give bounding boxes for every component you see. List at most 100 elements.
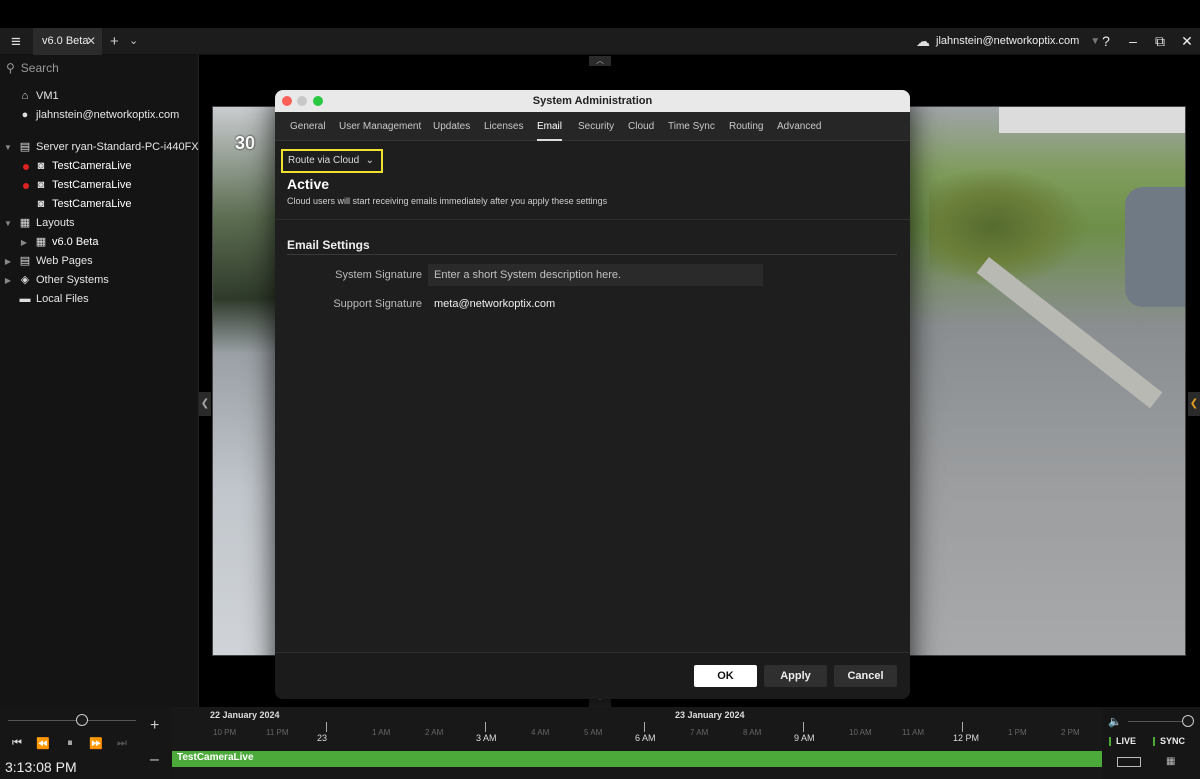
tree-item-camera[interactable]: ◙ TestCameraLive — [0, 195, 199, 214]
recording-dot-icon — [23, 164, 29, 170]
account-menu[interactable]: ☁ jlahnstein@networkoptix.com ▼ — [916, 28, 1100, 55]
tree-item-label: Server ryan-Standard-PC-i440FX-... — [36, 141, 199, 153]
status-description: Cloud users will start receiving emails … — [287, 196, 608, 206]
zoom-in-button[interactable]: + — [150, 717, 159, 735]
expand-arrow-icon[interactable]: ▶ — [3, 252, 13, 271]
dialog-tabs: General User Management Updates Licenses… — [275, 112, 910, 141]
tree-item-layout[interactable]: ▶ ▦ v6.0 Beta — [0, 233, 199, 252]
tree-item-other-systems[interactable]: ▶ ◈ Other Systems — [0, 271, 199, 290]
tab-routing[interactable]: Routing — [729, 112, 763, 141]
zoom-out-button[interactable]: – — [150, 751, 159, 769]
expand-arrow-icon[interactable]: ▶ — [19, 233, 29, 252]
playback-controls: + – ⏮ ⏪ ⏸ ⏩ ⏭ 3:13:08 PM — [0, 707, 172, 779]
expand-arrow-icon[interactable]: ▶ — [3, 271, 13, 290]
forward-icon[interactable]: ⏩ — [87, 737, 105, 750]
thumbnails-icon[interactable] — [1117, 757, 1141, 767]
camera-scene-grass — [929, 167, 1089, 287]
tab-cloud[interactable]: Cloud — [628, 112, 654, 141]
cancel-button[interactable]: Cancel — [834, 665, 897, 687]
search-icon: ⚲ — [6, 61, 15, 75]
timeline-hour-label: 11 AM — [902, 728, 925, 737]
tree-item-label: TestCameraLive — [52, 198, 132, 210]
right-panel-handle[interactable]: ❮ — [1188, 392, 1200, 416]
tree-item-local-files[interactable]: ▬ Local Files — [0, 290, 199, 309]
timeline[interactable]: 22 January 2024 23 January 2024 10 PM 11 … — [172, 707, 1102, 779]
camera-scene-car — [1125, 187, 1185, 307]
camera-track[interactable]: TestCameraLive — [172, 751, 1102, 767]
system-signature-input[interactable]: Enter a short System description here. — [428, 264, 763, 286]
chevron-down-icon[interactable]: ⌄ — [129, 28, 138, 55]
tree-item-layouts[interactable]: ▼ ▦ Layouts — [0, 214, 199, 233]
tree-item-camera[interactable]: ◙ TestCameraLive — [0, 157, 199, 176]
layout-icon: ▦ — [35, 236, 47, 248]
live-button[interactable]: LIVE — [1109, 736, 1136, 747]
tree-item-label: VM1 — [36, 90, 59, 102]
maximize-icon[interactable]: ⧉ — [1150, 28, 1170, 55]
speed-slider-track[interactable] — [8, 720, 136, 721]
system-signature-label: System Signature — [335, 269, 422, 281]
ok-button[interactable]: OK — [694, 665, 757, 687]
timeline-tick — [803, 722, 804, 732]
chevron-up-icon[interactable]: ︿ — [589, 56, 611, 66]
rewind-icon[interactable]: ⏪ — [34, 737, 52, 750]
chevron-down-icon: ⌄ — [365, 155, 374, 166]
layout-tab[interactable]: v6.0 Beta ✕ — [33, 28, 102, 55]
tree-item-system[interactable]: ⌂ VM1 — [0, 87, 199, 106]
route-select-value: Route via Cloud — [288, 155, 360, 166]
timeline-hour-label: 8 AM — [743, 728, 762, 737]
camera-view-left[interactable]: 30 — [212, 106, 276, 656]
tab-updates[interactable]: Updates — [433, 112, 470, 141]
sync-indicator-icon — [1153, 737, 1155, 747]
volume-icon[interactable]: 🔈 — [1108, 715, 1122, 728]
tab-advanced[interactable]: Advanced — [777, 112, 821, 141]
tree-item-web-pages[interactable]: ▶ ▤ Web Pages — [0, 252, 199, 271]
volume-slider-knob[interactable] — [1182, 715, 1194, 727]
tab-licenses[interactable]: Licenses — [484, 112, 523, 141]
layouts-icon: ▦ — [19, 217, 31, 229]
minimize-icon[interactable]: – — [1123, 28, 1143, 55]
timeline-hour-label: 7 AM — [690, 728, 709, 737]
plus-icon[interactable]: + — [110, 28, 119, 55]
zoom-dialog-icon[interactable] — [313, 96, 323, 106]
close-window-icon[interactable]: ✕ — [1177, 28, 1197, 55]
close-icon[interactable]: ✕ — [86, 28, 96, 55]
search-box[interactable]: ⚲ Search — [6, 59, 59, 77]
tree-item-label: jlahnstein@networkoptix.com — [36, 109, 180, 121]
tab-security[interactable]: Security — [578, 112, 614, 141]
sidebar-collapse-handle[interactable]: ❮ — [199, 392, 211, 416]
tree-item-label: Web Pages — [36, 255, 93, 267]
minimize-dialog-icon[interactable] — [297, 96, 307, 106]
tab-user-management[interactable]: User Management — [339, 112, 421, 141]
close-dialog-icon[interactable] — [282, 96, 292, 106]
tab-time-sync[interactable]: Time Sync — [668, 112, 715, 141]
expand-arrow-icon[interactable]: ▼ — [3, 138, 13, 157]
tree-item-server[interactable]: ▼ ▤ Server ryan-Standard-PC-i440FX-... — [0, 138, 199, 157]
menu-icon[interactable]: ≡ — [6, 33, 26, 51]
timeline-hour-label: 23 — [317, 733, 328, 743]
sync-button[interactable]: SYNC — [1153, 736, 1185, 747]
tree-item-camera[interactable]: ◙ TestCameraLive — [0, 176, 199, 195]
timeline-hour-label: 2 AM — [425, 728, 444, 737]
dialog-footer: OK Apply Cancel — [275, 652, 910, 699]
route-select[interactable]: Route via Cloud ⌄ — [281, 149, 383, 173]
account-label: jlahnstein@networkoptix.com — [936, 35, 1080, 47]
timeline-hour-label: 5 AM — [584, 728, 603, 737]
skip-back-icon[interactable]: ⏮ — [8, 737, 26, 750]
tab-general[interactable]: General — [290, 112, 326, 141]
help-icon[interactable]: ? — [1096, 28, 1116, 55]
tree-item-user[interactable]: ● jlahnstein@networkoptix.com — [0, 106, 199, 125]
apply-button[interactable]: Apply — [764, 665, 827, 687]
playback-panel: + – ⏮ ⏪ ⏸ ⏩ ⏭ 3:13:08 PM 22 January 2024… — [0, 707, 1200, 779]
support-signature-input[interactable]: meta@networkoptix.com — [428, 293, 763, 315]
search-input[interactable]: Search — [21, 61, 59, 75]
speed-slider-knob[interactable] — [76, 714, 88, 726]
pause-icon[interactable]: ⏸ — [61, 737, 79, 750]
calendar-icon[interactable]: ▦ — [1166, 756, 1175, 767]
expand-arrow-icon[interactable]: ▼ — [3, 214, 13, 233]
cloud-icon: ☁ — [916, 33, 930, 49]
tree-item-label: Other Systems — [36, 274, 109, 286]
camera-view-right[interactable] — [908, 106, 1186, 656]
skip-forward-icon[interactable]: ⏭ — [113, 737, 131, 750]
tab-email[interactable]: Email — [537, 112, 563, 141]
volume-slider-track[interactable] — [1128, 721, 1184, 722]
